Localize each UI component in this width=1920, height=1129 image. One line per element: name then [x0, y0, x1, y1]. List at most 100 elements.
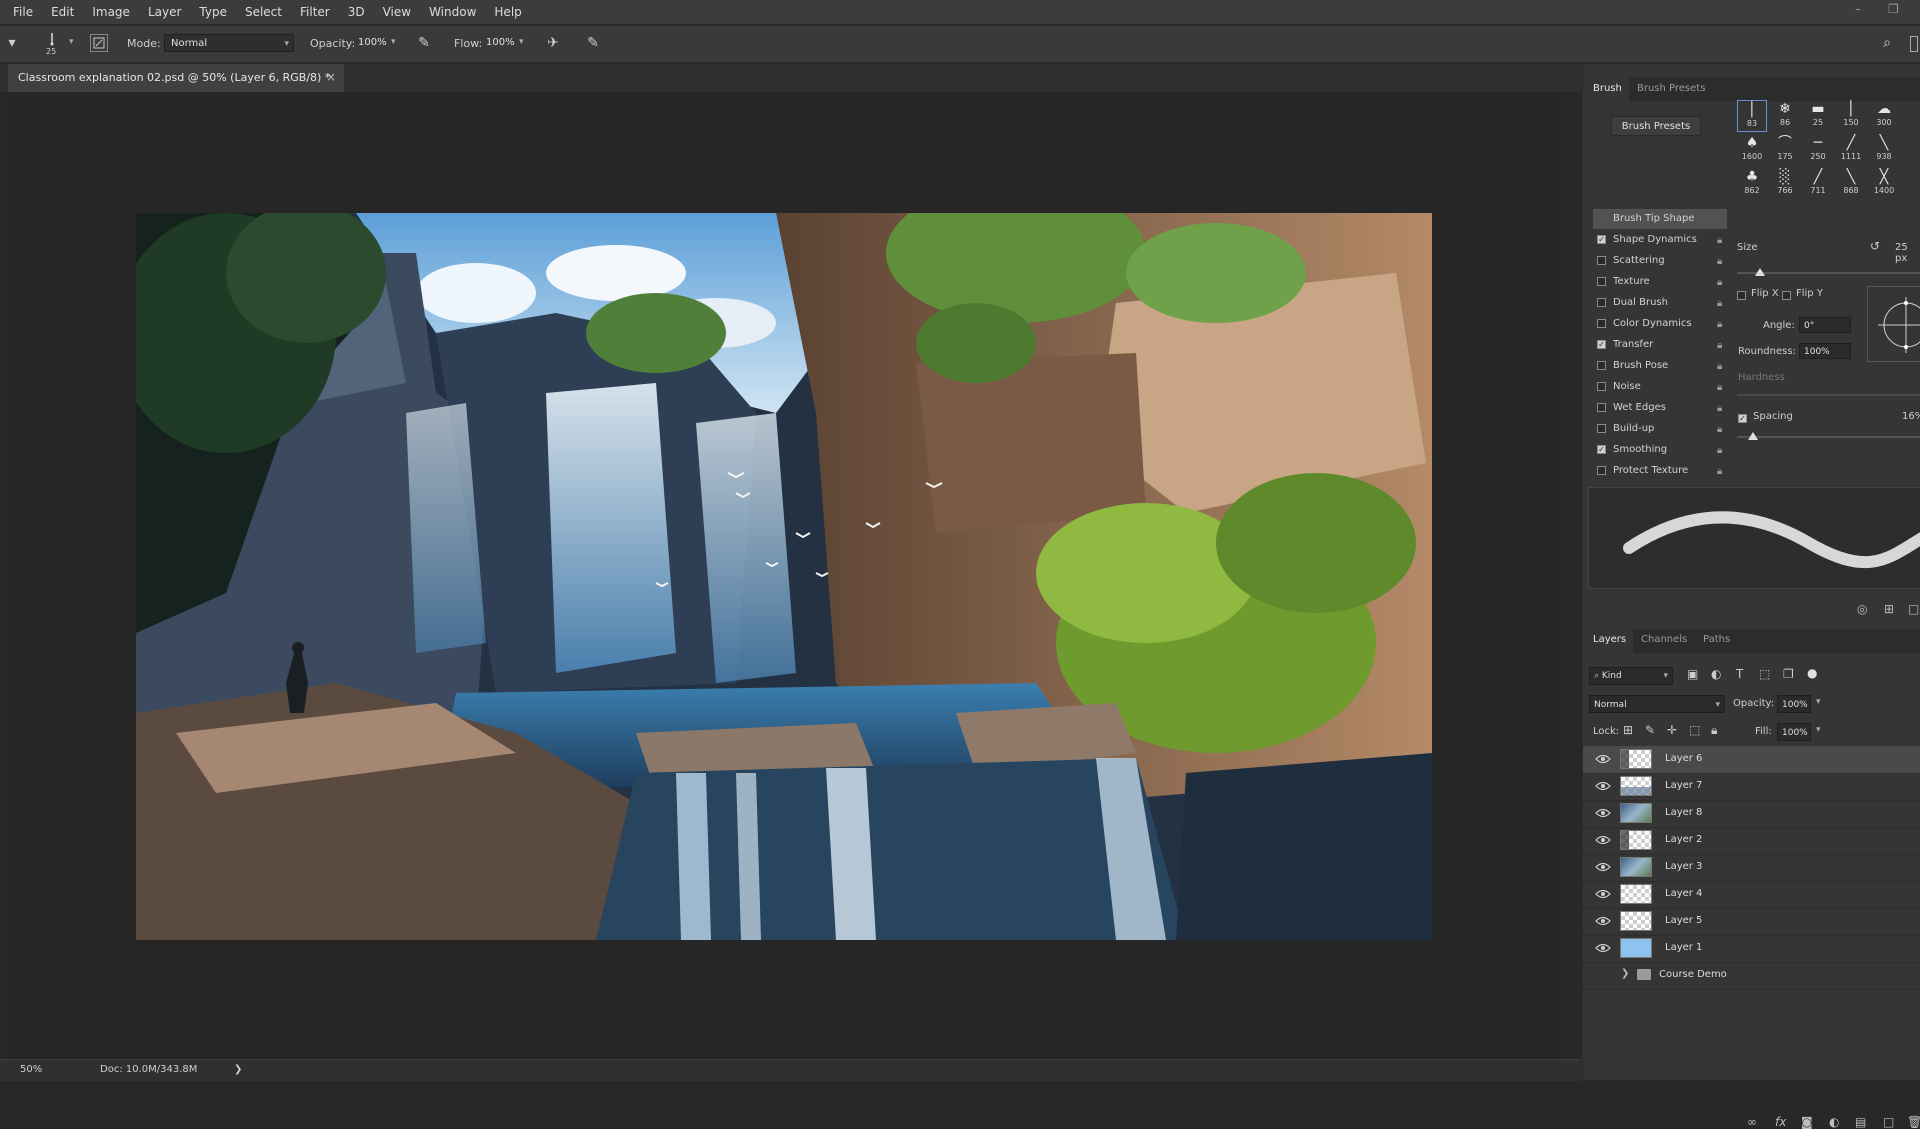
layer-row[interactable]: Layer 2	[1583, 827, 1920, 855]
eye-icon[interactable]	[1595, 753, 1611, 765]
tab-brush[interactable]: Brush	[1593, 83, 1622, 94]
filter-pixel-icon[interactable]: ▣	[1687, 667, 1698, 681]
eye-icon[interactable]	[1595, 861, 1611, 873]
menu-image[interactable]: Image	[83, 0, 139, 24]
flip-y-checkbox[interactable]	[1782, 291, 1791, 300]
spacing-slider-thumb[interactable]	[1748, 432, 1758, 440]
brush-option-brush-tip-shape[interactable]: Brush Tip Shape	[1593, 209, 1727, 229]
fill-field[interactable]: 100%	[1777, 723, 1811, 741]
lock-icon[interactable]: 🔒︎	[1717, 231, 1722, 251]
layer-group-row[interactable]: ❯ Course Demo	[1583, 962, 1920, 990]
new-layer-icon[interactable]: □	[1883, 1115, 1894, 1129]
zoom-level[interactable]: 50%	[20, 1064, 42, 1075]
menu-type[interactable]: Type	[190, 0, 236, 24]
group-name[interactable]: Course Demo	[1659, 969, 1727, 980]
brush-tip-862[interactable]: ♣ 862	[1737, 168, 1767, 200]
brush-presets-button[interactable]: Brush Presets	[1611, 116, 1701, 136]
menu-view[interactable]: View	[374, 0, 420, 24]
filter-smart-object-icon[interactable]: ❐	[1783, 667, 1794, 681]
blend-mode-select[interactable]: Normal ▾	[1589, 695, 1725, 713]
brush-panel-toggle[interactable]	[90, 34, 108, 52]
brush-option-noise[interactable]: Noise 🔒︎	[1593, 377, 1727, 397]
hardness-slider-track[interactable]	[1737, 394, 1920, 396]
brush-tip-150[interactable]: │ 150	[1836, 100, 1866, 132]
brush-option-checkbox[interactable]	[1597, 424, 1606, 433]
lock-icon[interactable]: 🔒︎	[1717, 420, 1722, 440]
brush-option-protect-texture[interactable]: Protect Texture 🔒︎	[1593, 461, 1727, 481]
brush-tip-86[interactable]: ❄ 86	[1770, 100, 1800, 132]
layer-name[interactable]: Layer 4	[1665, 888, 1702, 899]
layer-name[interactable]: Layer 6	[1665, 753, 1702, 764]
eye-icon[interactable]	[1595, 834, 1611, 846]
toggle-live-tip-icon[interactable]: ◎	[1857, 602, 1867, 616]
menu-window[interactable]: Window	[420, 0, 485, 24]
mode-select[interactable]: Normal ▾	[164, 34, 294, 52]
pressure-opacity-icon[interactable]: ✎	[414, 33, 434, 53]
layer-row[interactable]: Layer 8	[1583, 800, 1920, 828]
spacing-value[interactable]: 16%	[1902, 411, 1920, 422]
layer-name[interactable]: Layer 1	[1665, 942, 1702, 953]
brush-option-color-dynamics[interactable]: Color Dynamics 🔒︎	[1593, 314, 1727, 334]
chevron-right-icon[interactable]: ❯	[1621, 968, 1629, 979]
flow-field[interactable]: 100%	[480, 34, 516, 52]
add-mask-icon[interactable]: ◙	[1801, 1115, 1813, 1129]
tab-channels[interactable]: Channels	[1641, 634, 1687, 645]
filter-shape-icon[interactable]: ⬚	[1759, 667, 1770, 681]
lock-image-pixels-icon[interactable]: ✎	[1645, 723, 1655, 737]
opacity-field[interactable]: 100%	[352, 34, 388, 52]
delete-layer-icon[interactable]: 🗑︎	[1907, 1115, 1920, 1129]
restore-button[interactable]: ❐	[1888, 2, 1899, 16]
lock-icon[interactable]: 🔒︎	[1717, 441, 1722, 461]
brush-tip-250[interactable]: ─ 250	[1803, 134, 1833, 166]
brush-option-wet-edges[interactable]: Wet Edges 🔒︎	[1593, 398, 1727, 418]
brush-option-checkbox[interactable]	[1597, 277, 1606, 286]
lock-icon[interactable]: 🔒︎	[1717, 399, 1722, 419]
brush-tip-175[interactable]: ⌒ 175	[1770, 134, 1800, 166]
tab-layers[interactable]: Layers	[1593, 634, 1626, 645]
tab-brush-presets[interactable]: Brush Presets	[1637, 83, 1705, 94]
pressure-size-icon[interactable]: ✎	[583, 33, 603, 53]
eye-icon[interactable]	[1595, 942, 1611, 954]
layer-row[interactable]: Layer 1	[1583, 935, 1920, 963]
menu-layer[interactable]: Layer	[139, 0, 190, 24]
brush-tip-711[interactable]: ╱ 711	[1803, 168, 1833, 200]
status-menu-arrow[interactable]: ❯	[234, 1064, 242, 1075]
brush-option-checkbox[interactable]	[1597, 361, 1606, 370]
brush-tip-25[interactable]: ▬ 25	[1803, 100, 1833, 132]
brush-option-checkbox[interactable]	[1597, 403, 1606, 412]
brush-option-checkbox[interactable]	[1597, 256, 1606, 265]
lock-all-icon[interactable]: 🔒︎	[1711, 723, 1717, 738]
layer-row[interactable]: Layer 6	[1583, 746, 1920, 774]
menu-3d[interactable]: 3D	[339, 0, 374, 24]
brush-tip-1400[interactable]: ╳ 1400	[1869, 168, 1899, 200]
new-group-icon[interactable]: ▤	[1855, 1115, 1866, 1129]
layer-style-icon[interactable]: fx	[1775, 1115, 1786, 1129]
brush-option-smoothing[interactable]: ✓ Smoothing 🔒︎	[1593, 440, 1727, 460]
brush-option-checkbox[interactable]: ✓	[1597, 445, 1606, 454]
brush-angle-preview[interactable]	[1867, 286, 1920, 362]
brush-tip-766[interactable]: ░ 766	[1770, 168, 1800, 200]
chevron-down-icon[interactable]: ▾	[69, 37, 74, 47]
lock-icon[interactable]: 🔒︎	[1717, 378, 1722, 398]
brush-option-transfer[interactable]: ✓ Transfer 🔒︎	[1593, 335, 1727, 355]
flip-x-checkbox[interactable]	[1737, 291, 1746, 300]
adjustment-layer-icon[interactable]: ◐	[1829, 1115, 1839, 1129]
brush-option-checkbox[interactable]: ✓	[1597, 235, 1606, 244]
document-tab[interactable]: Classroom explanation 02.psd @ 50% (Laye…	[8, 64, 344, 93]
lock-icon[interactable]: 🔒︎	[1717, 357, 1722, 377]
reset-size-icon[interactable]: ↺	[1870, 239, 1880, 253]
spacing-slider-track[interactable]	[1737, 436, 1920, 438]
angle-field[interactable]: 0°	[1799, 317, 1851, 333]
lock-transparent-icon[interactable]: ⊞	[1623, 723, 1633, 737]
brush-option-shape-dynamics[interactable]: ✓ Shape Dynamics 🔒︎	[1593, 230, 1727, 250]
lock-icon[interactable]: 🔒︎	[1717, 462, 1722, 482]
spacing-checkbox[interactable]: ✓	[1738, 414, 1747, 423]
workspace-switcher[interactable]	[1910, 36, 1918, 52]
size-value[interactable]: 25 px	[1895, 242, 1920, 264]
lock-position-icon[interactable]: ✛	[1667, 723, 1677, 737]
layer-filter-select[interactable]: ⌕ Kind ▾	[1589, 667, 1673, 685]
eye-icon[interactable]	[1595, 807, 1611, 819]
filter-adjustment-icon[interactable]: ◐	[1711, 667, 1721, 681]
lock-icon[interactable]: 🔒︎	[1717, 252, 1722, 272]
layer-row[interactable]: Layer 5	[1583, 908, 1920, 936]
